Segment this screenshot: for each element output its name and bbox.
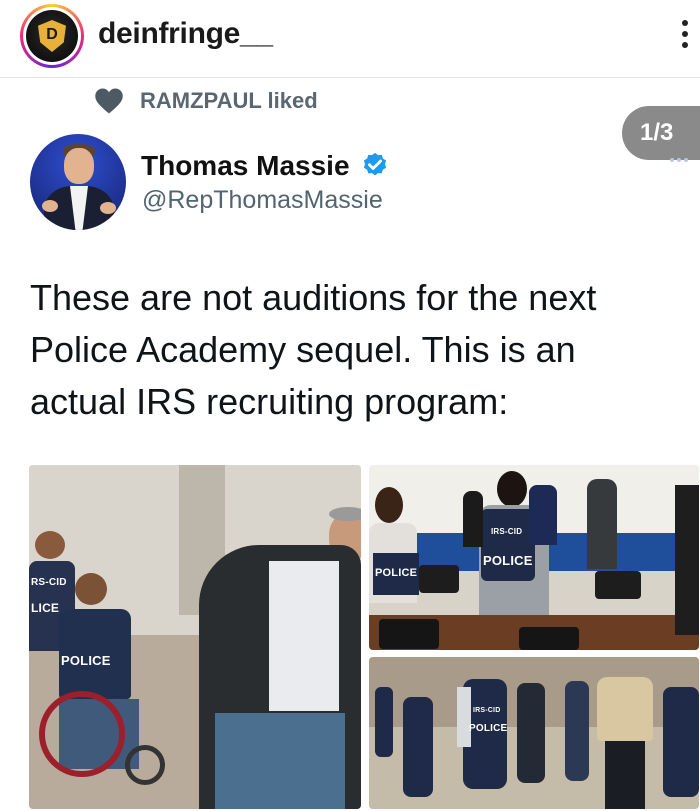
tweet-author-name[interactable]: Thomas Massie	[141, 150, 350, 182]
vest-label: RS-CID	[31, 577, 67, 588]
more-vertical-icon[interactable]	[680, 20, 690, 52]
carousel-counter: 1/3	[622, 106, 700, 160]
liked-row: RAMZPAUL liked	[94, 86, 318, 116]
shield-logo-icon	[38, 20, 66, 52]
tweet-author-handle[interactable]: @RepThomasMassie	[142, 186, 383, 215]
vest-label: LICE	[31, 601, 60, 615]
carousel-dots	[670, 158, 688, 162]
tweet-author-row: Thomas Massie	[141, 150, 390, 182]
tweet-text-line: actual IRS recruiting program:	[30, 381, 509, 422]
tweet-author-avatar[interactable]	[30, 134, 126, 230]
liked-text: RAMZPAUL liked	[140, 88, 318, 113]
heart-icon	[95, 88, 123, 114]
vest-label: POLICE	[483, 553, 533, 568]
tweet-text: These are not auditions for the next Pol…	[30, 272, 680, 428]
username[interactable]: deinfringe__	[98, 17, 273, 51]
vest-label: POLICE	[375, 567, 418, 579]
tweet-photo-bottom-right[interactable]: IRS-CID POLICE	[369, 657, 699, 809]
profile-avatar[interactable]	[20, 4, 84, 68]
tweet-text-line: These are not auditions for the next	[30, 277, 597, 318]
vest-label: POLICE	[469, 723, 508, 734]
vest-label: POLICE	[61, 653, 111, 668]
post-header: deinfringe__	[0, 0, 700, 78]
vest-label: IRS-CID	[491, 527, 523, 536]
tweet-photo-top-right[interactable]: POLICE IRS-CID POLICE	[369, 465, 699, 650]
verified-badge-icon	[363, 152, 386, 176]
tweet-text-line: Police Academy sequel. This is an	[30, 329, 576, 370]
tweet-photo-left[interactable]: RS-CID LICE POLICE	[29, 465, 361, 809]
vest-label: IRS-CID	[473, 707, 501, 714]
